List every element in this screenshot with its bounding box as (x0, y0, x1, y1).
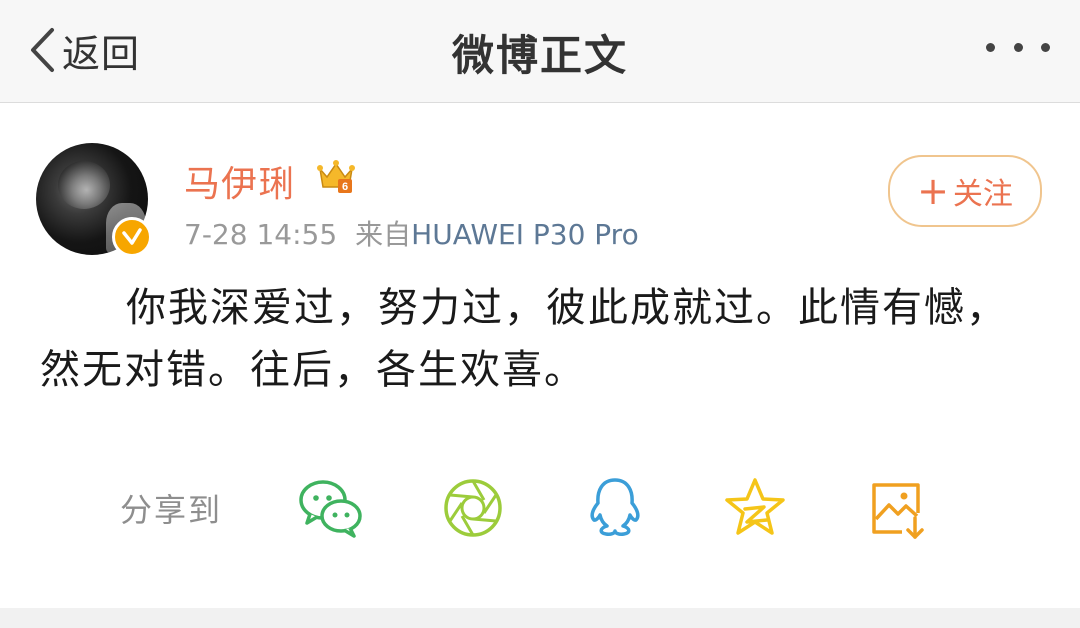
section-divider (0, 608, 1080, 628)
post-meta: 7-28 14:55 来自HUAWEI P30 Pro (184, 213, 639, 253)
wechat-icon[interactable] (296, 473, 366, 543)
post-text: 你我深爱过，努力过，彼此成就过。此情有憾，然无对错。往后，各生欢喜。 (40, 285, 1008, 393)
author-name[interactable]: 马伊琍 (184, 155, 295, 207)
source-device[interactable]: HUAWEI P30 Pro (411, 218, 639, 251)
page-title: 微博正文 (451, 31, 628, 80)
qzone-icon[interactable] (720, 473, 790, 543)
save-image-icon[interactable] (862, 473, 932, 543)
post-time: 7-28 14:55 (184, 218, 338, 251)
source-prefix: 来自 (355, 218, 412, 251)
follow-button[interactable]: + 关注 (888, 155, 1042, 227)
avatar[interactable] (36, 143, 152, 257)
nav-bar: 返回 微博正文 (0, 0, 1080, 103)
verified-badge-icon (112, 217, 152, 257)
moments-icon[interactable] (438, 473, 508, 543)
plus-icon: + (917, 169, 949, 213)
vip-crown-icon: 6 (317, 160, 355, 193)
follow-label: 关注 (952, 177, 1013, 212)
post-card: 马伊琍 6 7-28 14:55 来自HUAWEI P30 Pro + 关注 你我… (0, 103, 1080, 608)
more-dots-icon[interactable] (986, 32, 1050, 62)
svg-text:6: 6 (342, 181, 348, 193)
share-label: 分享到 (120, 491, 223, 529)
share-row: 分享到 (0, 473, 1080, 543)
qq-icon[interactable] (580, 473, 650, 543)
